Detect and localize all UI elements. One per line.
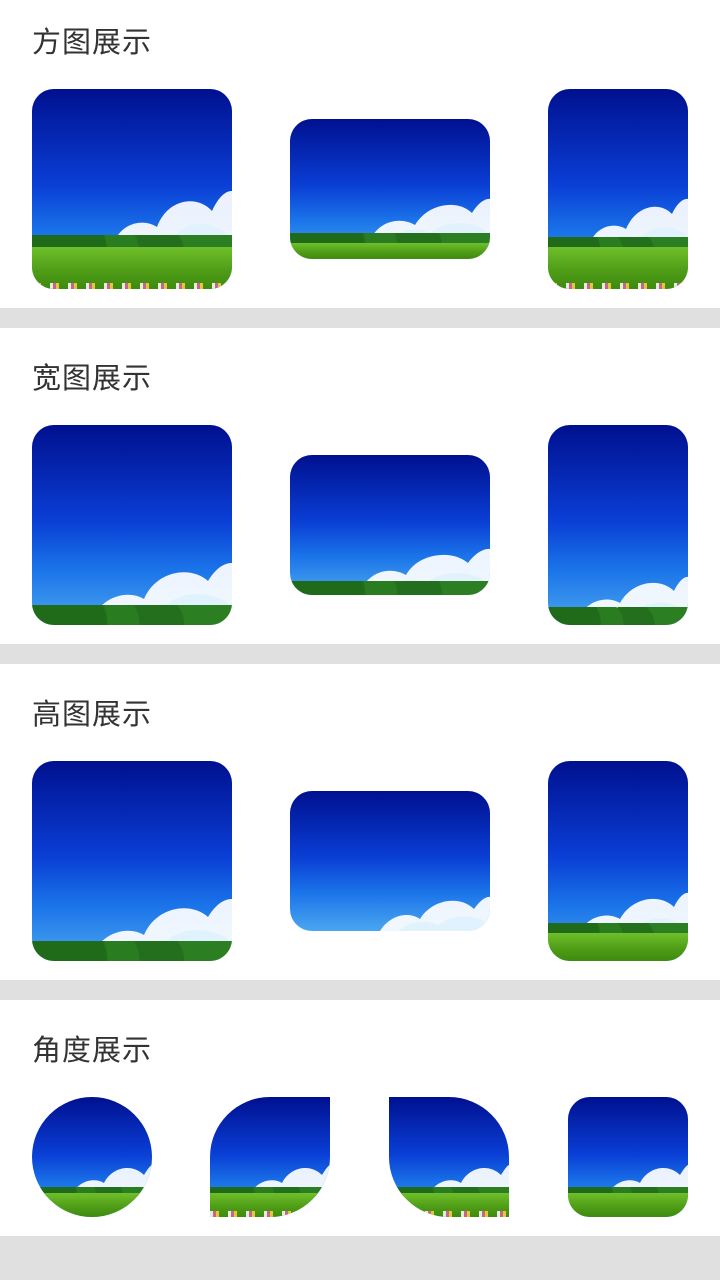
corner-image-top-left-round[interactable] <box>210 1097 330 1217</box>
clouds-icon <box>588 198 688 249</box>
corner-image-rounded-rect[interactable] <box>568 1097 688 1217</box>
tall-image-rounded-2[interactable] <box>290 791 490 931</box>
clouds-icon <box>578 892 688 935</box>
clouds-icon <box>578 576 688 619</box>
section-tall: 高图展示 <box>0 664 720 980</box>
section-title: 方图展示 <box>32 25 153 59</box>
square-image-rounded-3[interactable] <box>548 89 688 289</box>
clouds-icon <box>92 898 232 955</box>
section-title: 角度展示 <box>32 1033 153 1067</box>
section-corners: 角度展示 <box>0 1000 720 1236</box>
section-square: 方图展示 <box>0 0 720 308</box>
clouds-icon <box>429 1165 509 1195</box>
corner-image-top-right-round[interactable] <box>389 1097 509 1217</box>
clouds-icon <box>360 548 490 591</box>
square-image-rounded-1[interactable] <box>32 89 232 289</box>
section-title: 宽图展示 <box>32 361 153 395</box>
section-title: 高图展示 <box>32 697 153 731</box>
tall-image-rounded-3[interactable] <box>548 761 688 961</box>
wide-image-rounded-3[interactable] <box>548 425 688 625</box>
tall-image-rounded-1[interactable] <box>32 761 232 961</box>
wide-image-rounded-1[interactable] <box>32 425 232 625</box>
clouds-icon <box>608 1165 688 1195</box>
clouds-icon <box>92 562 232 619</box>
clouds-icon <box>250 1165 330 1195</box>
wide-image-rounded-2[interactable] <box>290 455 490 595</box>
clouds-icon <box>112 190 232 249</box>
clouds-icon <box>72 1165 152 1195</box>
clouds-icon <box>380 896 490 931</box>
section-wide: 宽图展示 <box>0 328 720 644</box>
corner-image-circle[interactable] <box>32 1097 152 1217</box>
clouds-icon <box>370 198 490 241</box>
square-image-rounded-2[interactable] <box>290 119 490 259</box>
